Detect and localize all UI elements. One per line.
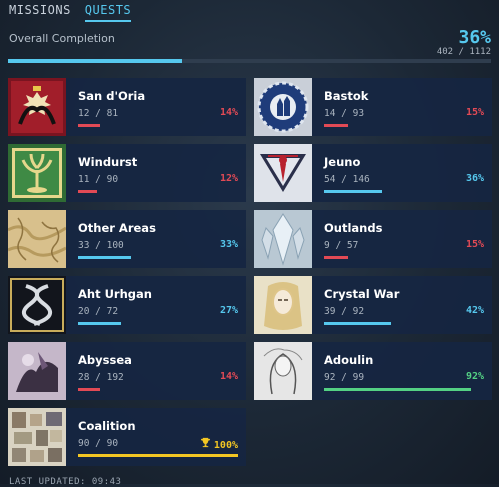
coalition-collage-icon: [8, 408, 66, 466]
region-percent: 36%: [466, 173, 484, 184]
region-progress-bar: [78, 256, 238, 259]
overall-count: 402 / 1112: [436, 47, 491, 57]
region-name: Aht Urhgan: [78, 287, 152, 301]
region-progress-fill: [78, 124, 101, 127]
region-percent: 27%: [220, 305, 238, 316]
region-progress-bar: [324, 190, 484, 193]
region-name: Abyssea: [78, 353, 132, 367]
region-percent-text: 36%: [465, 173, 484, 184]
crystal-war-portrait-icon: [254, 276, 312, 334]
region-progress-fill: [78, 388, 101, 391]
region-percent-text: 92%: [465, 371, 484, 382]
region-percent: 14%: [220, 107, 238, 118]
region-count: 54 / 146: [324, 174, 370, 185]
abyssea-art-icon: [8, 342, 66, 400]
region-percent-text: 100%: [213, 440, 238, 451]
region-card-crystal-war[interactable]: Crystal War 39 / 92 42%: [254, 276, 492, 334]
region-progress-fill: [324, 124, 348, 127]
region-card-outlands[interactable]: Outlands 9 / 57 15%: [254, 210, 492, 268]
region-percent: 14%: [220, 371, 238, 382]
region-card-bastok[interactable]: Bastok 14 / 93 15%: [254, 78, 492, 136]
region-card-adoulin[interactable]: Adoulin 92 / 99 92%: [254, 342, 492, 400]
region-percent: 15%: [466, 239, 484, 250]
region-count: 14 / 93: [324, 108, 365, 119]
region-progress-fill: [324, 190, 382, 193]
bastok-gear-crest-icon: [254, 78, 312, 136]
region-percent: 100%: [200, 437, 238, 451]
region-count: 33 / 100: [78, 240, 124, 251]
region-progress-fill: [78, 256, 131, 259]
last-updated: LAST UPDATED: 09:43: [9, 477, 122, 487]
region-percent-text: 14%: [219, 107, 238, 118]
overall-progress-bar: [8, 59, 491, 63]
jeuno-emblem-icon: [254, 144, 312, 202]
region-count: 90 / 90: [78, 438, 119, 449]
map-icon: [8, 210, 66, 268]
region-name: Windurst: [78, 155, 138, 169]
region-progress-fill: [324, 322, 392, 325]
region-progress-bar: [78, 124, 238, 127]
region-name: Other Areas: [78, 221, 156, 235]
windurst-tree-crest-icon: [8, 144, 66, 202]
region-progress-bar: [78, 388, 238, 391]
region-progress-bar: [324, 388, 484, 391]
region-name: Bastok: [324, 89, 369, 103]
region-progress-bar: [324, 322, 484, 325]
region-card-coalition[interactable]: Coalition 90 / 90 100%: [8, 408, 246, 466]
region-name: San d'Oria: [78, 89, 146, 103]
region-percent-text: 15%: [465, 239, 484, 250]
region-count: 92 / 99: [324, 372, 365, 383]
region-percent-text: 12%: [219, 173, 238, 184]
region-progress-bar: [78, 190, 238, 193]
overall-progress-fill: [8, 59, 182, 63]
region-progress-bar: [78, 322, 238, 325]
outlands-crystal-icon: [254, 210, 312, 268]
san-doria-crest-icon: [8, 78, 66, 136]
region-name: Outlands: [324, 221, 383, 235]
region-percent-text: 14%: [219, 371, 238, 382]
region-card-windurst[interactable]: Windurst 11 / 90 12%: [8, 144, 246, 202]
trophy-icon: [200, 437, 211, 451]
region-progress-fill: [78, 190, 98, 193]
region-progress-bar: [324, 124, 484, 127]
region-name: Adoulin: [324, 353, 374, 367]
region-percent: 92%: [466, 371, 484, 382]
region-progress-fill: [324, 388, 472, 391]
region-name: Coalition: [78, 419, 136, 433]
region-percent: 33%: [220, 239, 238, 250]
region-count: 11 / 90: [78, 174, 119, 185]
region-card-san-d-oria[interactable]: San d'Oria 12 / 81 14%: [8, 78, 246, 136]
region-percent-text: 15%: [465, 107, 484, 118]
region-progress-bar: [324, 256, 484, 259]
region-percent-text: 27%: [219, 305, 238, 316]
region-progress-fill: [78, 322, 122, 325]
region-count: 28 / 192: [78, 372, 124, 383]
region-card-jeuno[interactable]: Jeuno 54 / 146 36%: [254, 144, 492, 202]
region-percent: 12%: [220, 173, 238, 184]
region-count: 9 / 57: [324, 240, 359, 251]
region-progress-fill: [78, 454, 238, 457]
region-percent: 42%: [466, 305, 484, 316]
quest-tabs: MISSIONS QUESTS: [9, 3, 132, 22]
tab-missions[interactable]: MISSIONS: [9, 3, 71, 22]
aht-urhgan-serpent-icon: [8, 276, 66, 334]
region-name: Crystal War: [324, 287, 400, 301]
region-count: 20 / 72: [78, 306, 119, 317]
region-name: Jeuno: [324, 155, 361, 169]
tab-quests[interactable]: QUESTS: [84, 3, 132, 22]
adoulin-sketch-icon: [254, 342, 312, 400]
region-card-aht-urhgan[interactable]: Aht Urhgan 20 / 72 27%: [8, 276, 246, 334]
region-percent-text: 42%: [465, 305, 484, 316]
region-percent: 15%: [466, 107, 484, 118]
overall-percent: 36%: [458, 27, 491, 48]
region-count: 12 / 81: [78, 108, 119, 119]
region-progress-fill: [324, 256, 348, 259]
region-percent-text: 33%: [219, 239, 238, 250]
region-card-abyssea[interactable]: Abyssea 28 / 192 14%: [8, 342, 246, 400]
region-progress-bar: [78, 454, 238, 457]
region-card-other-areas[interactable]: Other Areas 33 / 100 33%: [8, 210, 246, 268]
region-count: 39 / 92: [324, 306, 365, 317]
overall-completion-label: Overall Completion: [9, 32, 115, 45]
